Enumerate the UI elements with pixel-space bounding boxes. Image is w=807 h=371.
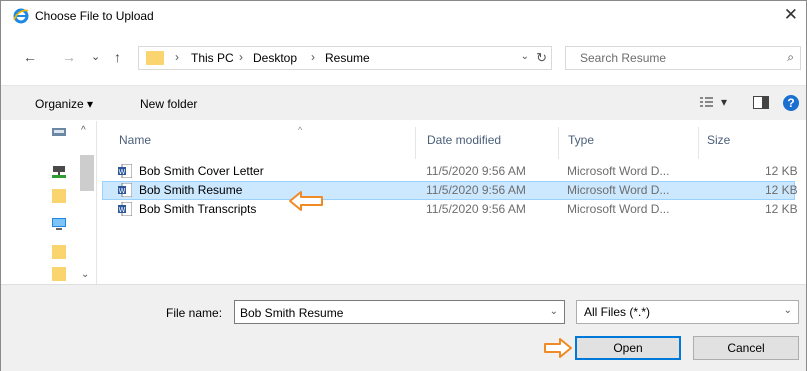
- svg-text:W: W: [119, 206, 126, 214]
- file-row-resume[interactable]: W Bob Smith Resume 11/5/2020 9:56 AM Mic…: [102, 181, 798, 200]
- internet-explorer-icon: [13, 8, 29, 24]
- column-divider[interactable]: [558, 127, 559, 159]
- word-document-icon: W: [118, 164, 132, 178]
- navigation-pane: ^ ⌄: [1, 121, 97, 284]
- folder-icon[interactable]: [52, 245, 66, 259]
- file-row-transcripts[interactable]: W Bob Smith Transcripts 11/5/2020 9:56 A…: [102, 200, 798, 219]
- file-type: Microsoft Word D...: [567, 183, 670, 197]
- file-date: 11/5/2020 9:56 AM: [426, 164, 526, 178]
- bottom-panel: File name: Bob Smith Resume ⌄ All Files …: [1, 284, 806, 371]
- nav-scrollbar-thumb[interactable]: [80, 155, 94, 191]
- svg-text:W: W: [119, 187, 126, 195]
- change-view-icon[interactable]: [700, 96, 714, 108]
- breadcrumb-separator: ›: [311, 50, 315, 64]
- address-bar[interactable]: › This PC › Desktop › Resume ⌄ ↻: [138, 46, 552, 70]
- file-name-dropdown-icon[interactable]: ⌄: [550, 306, 558, 317]
- up-arrow-icon[interactable]: ↑: [114, 49, 121, 65]
- breadcrumb-this-pc[interactable]: This PC: [191, 51, 234, 65]
- folder-icon[interactable]: [52, 189, 66, 203]
- open-button[interactable]: Open: [575, 336, 681, 360]
- annotation-arrow-left-icon: [289, 191, 323, 211]
- sort-ascending-icon: ^: [298, 125, 303, 135]
- title-bar: Choose File to Upload ✕: [1, 1, 806, 31]
- window-title: Choose File to Upload: [35, 9, 154, 23]
- new-folder-button[interactable]: New folder: [140, 97, 197, 111]
- close-icon[interactable]: ✕: [784, 6, 798, 24]
- scroll-down-icon[interactable]: ⌄: [81, 269, 89, 280]
- file-name-input[interactable]: Bob Smith Resume ⌄: [234, 300, 565, 324]
- view-dropdown-icon[interactable]: ▾: [721, 95, 727, 109]
- recent-locations-icon[interactable]: ⌄: [91, 49, 100, 65]
- scroll-up-icon[interactable]: ^: [81, 125, 86, 136]
- file-size: 12 KB: [765, 183, 798, 197]
- file-size: 12 KB: [765, 202, 798, 216]
- annotation-arrow-right-icon: [544, 338, 572, 358]
- command-bar: Organize ▾ New folder ▾ ?: [1, 85, 806, 120]
- file-list: ^ Name Date modified Type Size W Bob Smi…: [97, 121, 806, 284]
- folder-icon[interactable]: [52, 267, 66, 281]
- search-placeholder: Search Resume: [580, 51, 667, 65]
- column-header-type[interactable]: Type: [568, 133, 594, 147]
- file-name: Bob Smith Resume: [139, 183, 243, 197]
- column-divider[interactable]: [415, 127, 416, 159]
- file-type: Microsoft Word D...: [567, 202, 670, 216]
- file-dialog: Choose File to Upload ✕ ← → ⌄ ↑ › This P…: [0, 0, 807, 371]
- file-name: Bob Smith Transcripts: [139, 202, 257, 216]
- navigation-bar: ← → ⌄ ↑ › This PC › Desktop › Resume ⌄ ↻…: [1, 45, 806, 71]
- address-dropdown-icon[interactable]: ⌄: [521, 51, 529, 62]
- help-icon[interactable]: ?: [783, 95, 799, 111]
- breadcrumb-resume[interactable]: Resume: [325, 51, 370, 65]
- preview-pane-icon[interactable]: [753, 96, 769, 109]
- svg-text:W: W: [119, 168, 126, 176]
- cancel-button[interactable]: Cancel: [693, 336, 799, 360]
- column-header-size[interactable]: Size: [707, 133, 730, 147]
- refresh-icon[interactable]: ↻: [536, 50, 547, 66]
- column-header-name[interactable]: Name: [119, 133, 151, 147]
- drive-icon[interactable]: [52, 125, 66, 139]
- forward-arrow-icon[interactable]: →: [62, 49, 76, 65]
- file-name-value: Bob Smith Resume: [240, 306, 344, 320]
- file-type: Microsoft Word D...: [567, 164, 670, 178]
- file-date: 11/5/2020 9:56 AM: [426, 202, 526, 216]
- breadcrumb-separator: ›: [175, 50, 179, 64]
- organize-menu[interactable]: Organize ▾: [35, 97, 93, 111]
- column-divider[interactable]: [698, 127, 699, 159]
- word-document-icon: W: [118, 183, 132, 197]
- breadcrumb-separator: ›: [239, 50, 243, 64]
- word-document-icon: W: [118, 202, 132, 216]
- back-arrow-icon[interactable]: ←: [23, 49, 37, 65]
- file-name-label: File name:: [166, 306, 223, 320]
- file-name: Bob Smith Cover Letter: [139, 164, 264, 178]
- nav-scrollbar[interactable]: [80, 127, 94, 281]
- filter-dropdown-icon[interactable]: ⌄: [784, 305, 792, 316]
- file-type-filter-value: All Files (*.*): [584, 305, 651, 319]
- network-drive-icon[interactable]: [52, 165, 66, 179]
- file-row-cover-letter[interactable]: W Bob Smith Cover Letter 11/5/2020 9:56 …: [102, 162, 798, 181]
- file-type-filter[interactable]: All Files (*.*) ⌄: [576, 300, 799, 324]
- column-header-date[interactable]: Date modified: [427, 133, 501, 147]
- search-icon[interactable]: ⌕: [787, 50, 794, 65]
- breadcrumb-desktop[interactable]: Desktop: [253, 51, 297, 65]
- search-box[interactable]: Search Resume ⌕: [565, 46, 801, 70]
- folder-icon: [146, 51, 164, 65]
- computer-icon[interactable]: [52, 217, 66, 231]
- file-size: 12 KB: [765, 164, 798, 178]
- file-date: 11/5/2020 9:56 AM: [426, 183, 526, 197]
